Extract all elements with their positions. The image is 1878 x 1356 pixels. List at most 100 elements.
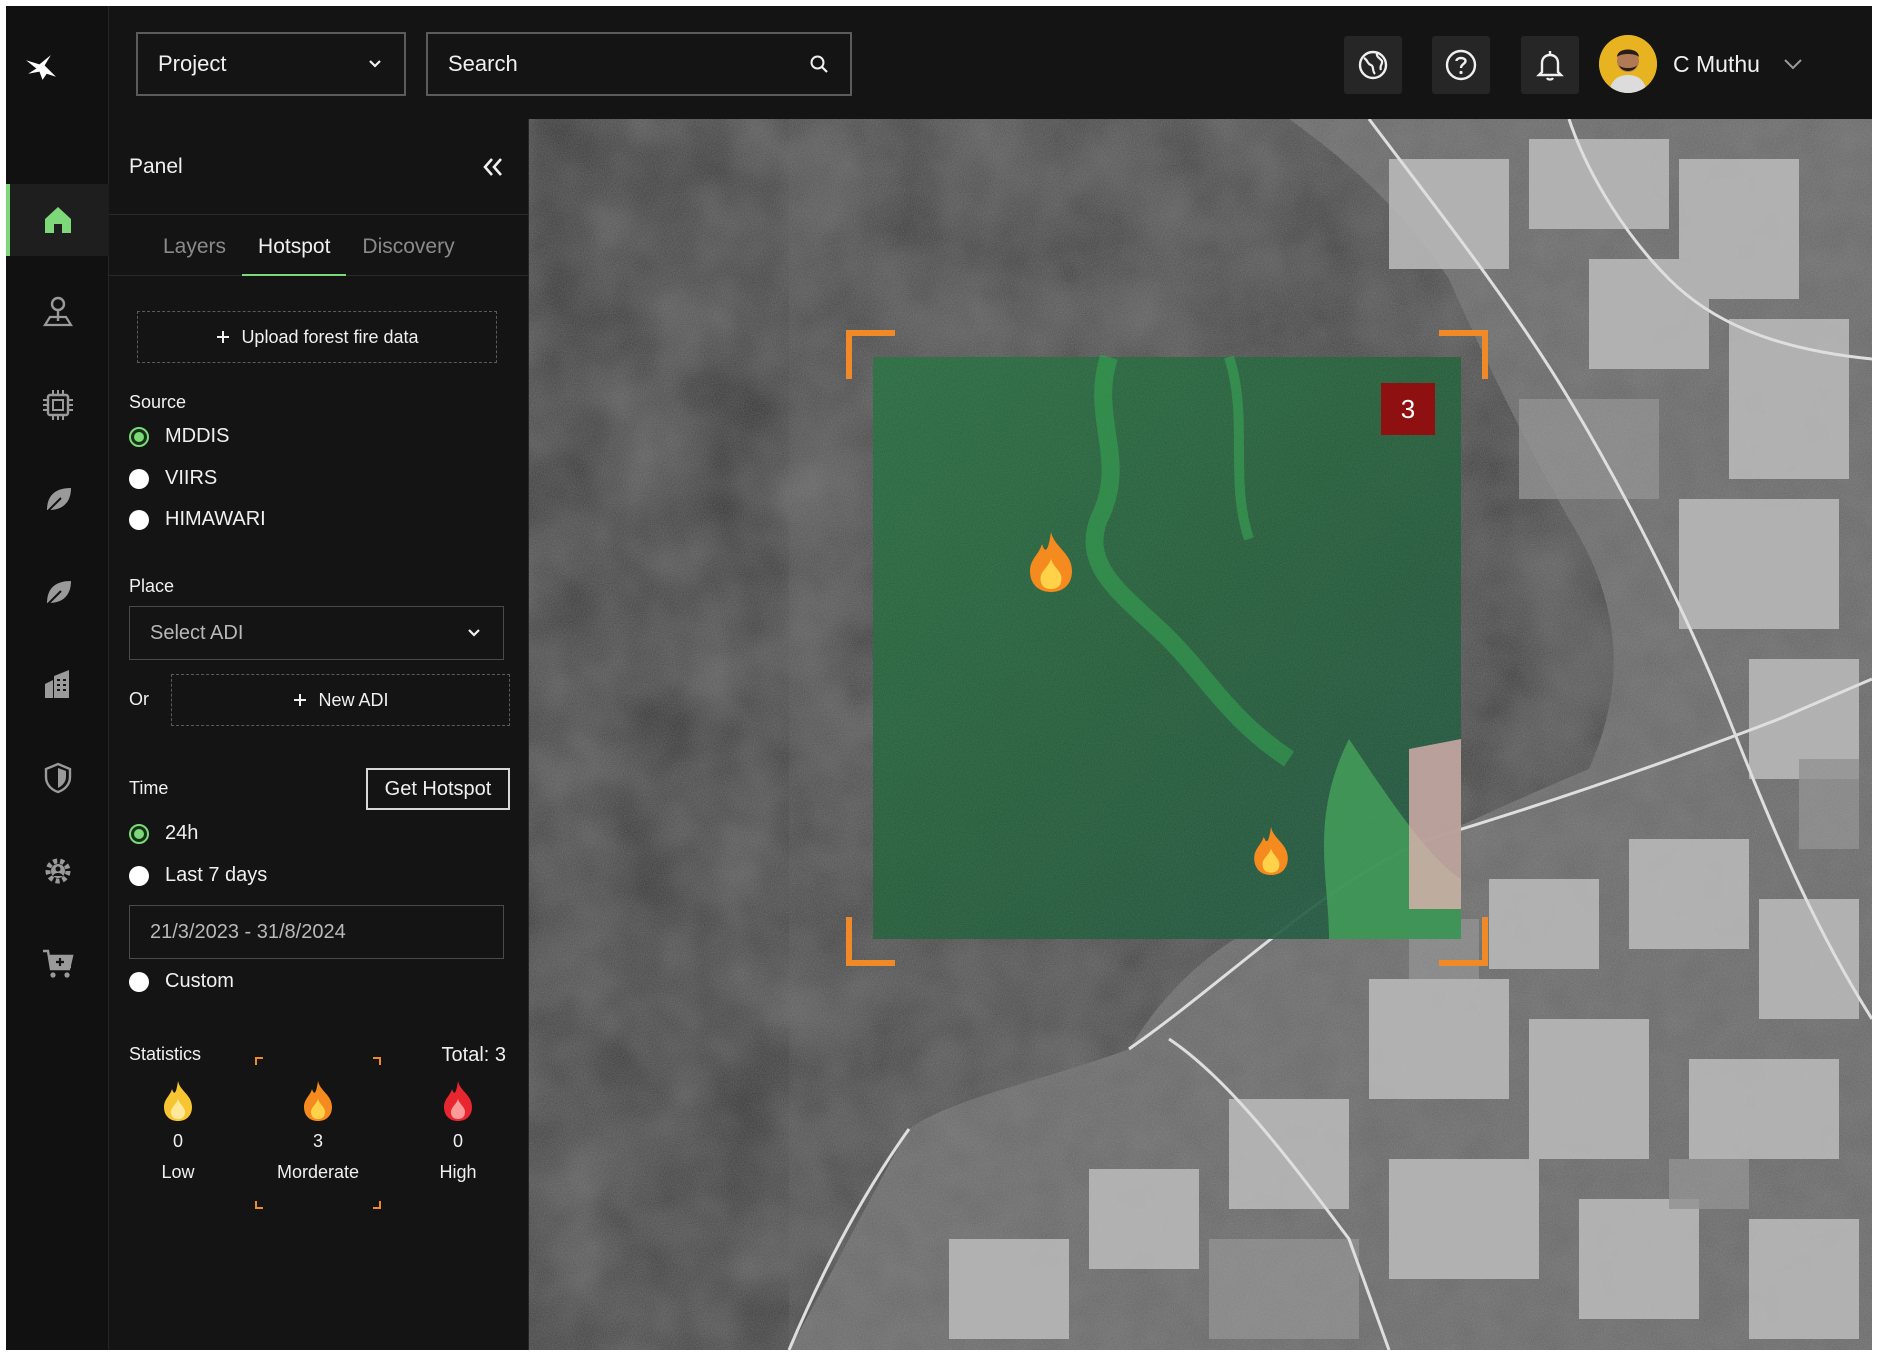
globe-button[interactable] [1344,36,1402,94]
chevron-down-icon [1784,59,1802,70]
time-option-custom[interactable]: Custom [129,970,234,993]
avatar[interactable] [1599,35,1657,93]
panel-tabs: Layers Hotspot Discovery [109,215,528,276]
notifications-button[interactable] [1521,36,1579,94]
side-panel: Panel Layers Hotspot Discovery Upload fo… [109,119,529,1350]
source-label: Source [129,392,187,412]
stat-low: 0 Low [123,1079,233,1183]
globe-icon [1358,50,1388,80]
nav-rail [6,6,109,1350]
source-option-label: VIIRS [165,467,218,489]
time-option-label: 24h [165,822,199,844]
upload-fire-data-button[interactable]: Upload forest fire data [137,311,497,363]
new-adi-label: New ADI [318,689,389,710]
project-select-label: Project [158,51,227,76]
date-range-input[interactable]: 21/3/2023 - 31/8/2024 [129,905,504,959]
chip-icon [42,390,73,420]
stat-label: High [439,1162,477,1182]
stat-count: 0 [172,1131,183,1151]
source-option-mddis[interactable]: MDDIS [129,425,229,448]
chevron-down-icon [468,629,480,637]
cart-add-icon [42,949,74,978]
radio-custom[interactable] [129,971,149,992]
project-select[interactable]: Project [136,32,406,96]
radio-himawari[interactable] [129,509,149,530]
upload-fire-data-label: Upload forest fire data [241,326,419,347]
fire-hotspot-marker[interactable] [1247,823,1295,879]
date-range-value: 21/3/2023 - 31/8/2024 [150,920,346,943]
flame-icon [1254,827,1288,875]
area-of-interest[interactable] [846,330,1488,966]
stat-high: 0 High [403,1079,513,1183]
leaf-icon [45,488,71,513]
bird-logo-icon[interactable] [24,50,90,104]
radio-mddis[interactable] [129,426,149,447]
get-hotspot-button[interactable]: Get Hotspot [366,768,510,810]
flame-high-icon [444,1081,472,1121]
home-icon [44,207,71,233]
panel-header: Panel [109,119,528,215]
satellite-map[interactable]: 3 [529,119,1872,1350]
stat-count: 3 [312,1131,323,1151]
user-name: C Muthu [1673,50,1760,77]
source-option-viirs[interactable]: VIIRS [129,467,217,490]
search-placeholder: Search [448,51,518,76]
radio-7days[interactable] [129,865,149,886]
help-icon [1445,49,1477,81]
nav-home[interactable] [6,184,109,256]
tab-hotspot[interactable]: Hotspot [242,235,347,276]
help-button[interactable] [1432,36,1490,94]
adi-select[interactable]: Select ADI [129,606,504,660]
tab-layers[interactable]: Layers [147,235,242,275]
fire-hotspot-marker[interactable] [1021,527,1081,597]
bell-icon [1536,51,1564,81]
stat-moderate[interactable]: 3 Morderate [255,1057,381,1209]
nav-settings[interactable] [6,835,109,907]
buildings-icon [44,670,69,698]
time-option-label: Custom [165,970,234,992]
tab-discovery[interactable]: Discovery [346,235,470,275]
radio-viirs[interactable] [129,468,149,489]
aoi-brackets [846,330,1488,966]
statistics-label: Statistics [129,1044,202,1064]
selection-corner [255,1057,263,1065]
plus-icon [294,694,307,706]
source-option-himawari[interactable]: HIMAWARI [129,508,266,531]
selection-corner [373,1201,381,1209]
search-input[interactable]: Search [426,32,852,96]
source-option-label: MDDIS [165,425,230,447]
time-label: Time [129,778,169,798]
chevron-down-icon [369,60,381,68]
plus-icon [217,331,230,343]
leaf-alt-icon [45,581,71,606]
nav-vegetation[interactable] [6,463,109,535]
gear-icon [45,858,70,884]
nav-security[interactable] [6,742,109,814]
time-option-24h[interactable]: 24h [129,822,198,845]
collapse-panel-icon[interactable] [480,154,506,180]
nav-cart[interactable] [6,928,109,1000]
user-menu[interactable]: C Muthu [1599,32,1804,96]
aoi-hotspot-count: 3 [1381,383,1435,435]
radio-24h[interactable] [129,823,149,844]
location-pin-icon [42,296,73,327]
stat-label: Morderate [276,1162,360,1182]
shield-icon [44,762,71,794]
selection-corner [255,1201,263,1209]
stat-count: 0 [452,1131,463,1151]
nav-processing[interactable] [6,369,109,441]
top-bar: Project Search C Muthu [109,6,1872,119]
new-adi-button[interactable]: New ADI [171,674,510,726]
statistics-total: Total: 3 [441,1044,506,1066]
selection-corner [373,1057,381,1065]
nav-forest[interactable] [6,556,109,628]
flame-low-icon [164,1081,192,1121]
adi-select-value: Select ADI [150,621,244,644]
time-option-7days[interactable]: Last 7 days [129,864,267,887]
flame-moderate-icon [304,1081,332,1121]
flame-icon [1030,532,1072,592]
search-icon [810,55,828,73]
nav-urban[interactable] [6,649,109,721]
avatar-image [1599,35,1657,93]
nav-location[interactable] [6,276,109,348]
